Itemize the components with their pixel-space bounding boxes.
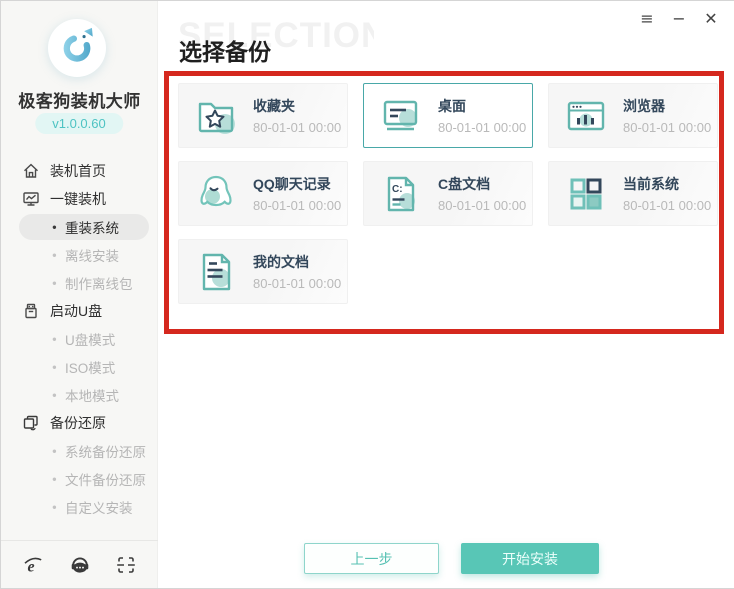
sidebar-item-label: 制作离线包	[65, 277, 133, 292]
app-logo	[48, 19, 106, 77]
bullet-dot: ●	[52, 278, 57, 288]
desktop-icon	[378, 93, 424, 139]
sidebar-item-label: 一键装机	[50, 191, 106, 207]
bullet-dot: ●	[52, 334, 57, 344]
sidebar: 极客狗装机大师 v1.0.0.60 装机首页 一键装机 ● 重装系统 ● 离线安…	[1, 1, 158, 588]
backup-title: C盘文档	[438, 176, 491, 192]
sidebar-item[interactable]: ● 重装系统	[1, 213, 158, 241]
start-install-button[interactable]: 开始安装	[461, 543, 599, 574]
sidebar-item-label: 离线安装	[65, 249, 119, 264]
backup-date: 80-01-01 00:00	[253, 120, 342, 135]
minimize-button[interactable]: −	[667, 7, 691, 31]
sidebar-item-label: 重装系统	[65, 221, 119, 236]
scan-icon[interactable]	[116, 555, 136, 575]
usb-icon	[22, 302, 40, 320]
sidebar-item[interactable]: ● 制作离线包	[1, 269, 158, 297]
sidebar-item[interactable]: ● 文件备份还原	[1, 465, 158, 493]
backup-title: 我的文档	[253, 254, 309, 270]
sidebar-item-label: 系统备份还原	[65, 445, 146, 460]
bullet-dot: ●	[52, 250, 57, 260]
backup-title: 当前系统	[623, 176, 679, 192]
sidebar-item[interactable]: 装机首页	[1, 157, 158, 185]
sidebar-item-label: 装机首页	[50, 163, 106, 179]
sidebar-item-label: 文件备份还原	[65, 473, 146, 488]
favorites-folder-icon	[193, 93, 239, 139]
backup-card[interactable]: 桌面 80-01-01 00:00	[363, 83, 533, 148]
browser-icon	[563, 93, 609, 139]
geek-dog-logo-icon	[55, 24, 99, 73]
ie-browser-icon[interactable]: e	[23, 555, 43, 575]
sidebar-item[interactable]: ● U盘模式	[1, 325, 158, 353]
app-window: ≡ − ✕ 极客狗装机大师 v1.0.0.60 装机首页 一键装机 ● 重装系统 ●…	[0, 0, 734, 589]
backup-card[interactable]: 浏览器 80-01-01 00:00	[548, 83, 718, 148]
headset-icon[interactable]	[70, 555, 90, 575]
bullet-dot: ●	[52, 502, 57, 512]
bullet-dot: ●	[52, 474, 57, 484]
sidebar-item[interactable]: ● ISO模式	[1, 353, 158, 381]
main-content: SELECTION 选择备份 收藏夹 80-01-01 00:00 桌面 80-…	[158, 1, 734, 588]
backup-title: QQ聊天记录	[253, 176, 331, 192]
close-button[interactable]: ✕	[699, 7, 723, 31]
svg-text:C:: C:	[392, 184, 403, 195]
backup-title: 桌面	[438, 98, 466, 114]
backup-date: 80-01-01 00:00	[438, 198, 527, 213]
backup-restore-icon	[22, 414, 40, 432]
backup-title: 浏览器	[623, 98, 665, 114]
sidebar-item[interactable]: 备份还原	[1, 409, 158, 437]
backup-card[interactable]: QQ聊天记录 80-01-01 00:00	[178, 161, 348, 226]
sidebar-menu: 装机首页 一键装机 ● 重装系统 ● 离线安装 ● 制作离线包 启动U盘 ● U…	[1, 157, 158, 521]
sidebar-footer: e	[1, 540, 158, 588]
sidebar-item[interactable]: ● 本地模式	[1, 381, 158, 409]
sidebar-item[interactable]: ● 离线安装	[1, 241, 158, 269]
page-title: 选择备份	[179, 39, 271, 65]
sidebar-item-label: ISO模式	[65, 361, 116, 376]
backup-card[interactable]: C: C盘文档 80-01-01 00:00	[363, 161, 533, 226]
backup-date: 80-01-01 00:00	[253, 276, 342, 291]
sidebar-item-label: U盘模式	[65, 333, 116, 348]
backup-date: 80-01-01 00:00	[623, 198, 712, 213]
backup-date: 80-01-01 00:00	[438, 120, 527, 135]
sidebar-item[interactable]: 启动U盘	[1, 297, 158, 325]
backup-date: 80-01-01 00:00	[623, 120, 712, 135]
backup-card[interactable]: 收藏夹 80-01-01 00:00	[178, 83, 348, 148]
sidebar-item[interactable]: ● 自定义安装	[1, 493, 158, 521]
sidebar-item[interactable]: ● 系统备份还原	[1, 437, 158, 465]
backup-card[interactable]: 我的文档 80-01-01 00:00	[178, 239, 348, 304]
backup-card[interactable]: 当前系统 80-01-01 00:00	[548, 161, 718, 226]
sidebar-item-label: 自定义安装	[65, 501, 133, 516]
qq-icon	[193, 171, 239, 217]
bullet-dot: ●	[52, 362, 57, 372]
c-drive-doc-icon: C:	[378, 171, 424, 217]
previous-step-button[interactable]: 上一步	[304, 543, 439, 574]
sidebar-item[interactable]: 一键装机	[1, 185, 158, 213]
current-system-icon	[563, 171, 609, 217]
menu-button[interactable]: ≡	[635, 7, 659, 31]
app-title: 极客狗装机大师	[18, 92, 141, 111]
backup-date: 80-01-01 00:00	[253, 198, 342, 213]
backup-grid: 收藏夹 80-01-01 00:00 桌面 80-01-01 00:00 浏览器…	[178, 83, 718, 304]
sidebar-item-label: 备份还原	[50, 415, 106, 431]
sidebar-item-label: 启动U盘	[50, 303, 103, 319]
bullet-dot: ●	[52, 446, 57, 456]
monitor-icon	[22, 190, 40, 208]
sidebar-item-label: 本地模式	[65, 389, 119, 404]
window-controls: ≡ − ✕	[635, 7, 723, 31]
bullet-dot: ●	[52, 222, 57, 232]
version-badge: v1.0.0.60	[35, 113, 123, 134]
bullet-dot: ●	[52, 390, 57, 400]
home-icon	[22, 162, 40, 180]
my-documents-icon	[193, 249, 239, 295]
backup-title: 收藏夹	[253, 98, 295, 114]
